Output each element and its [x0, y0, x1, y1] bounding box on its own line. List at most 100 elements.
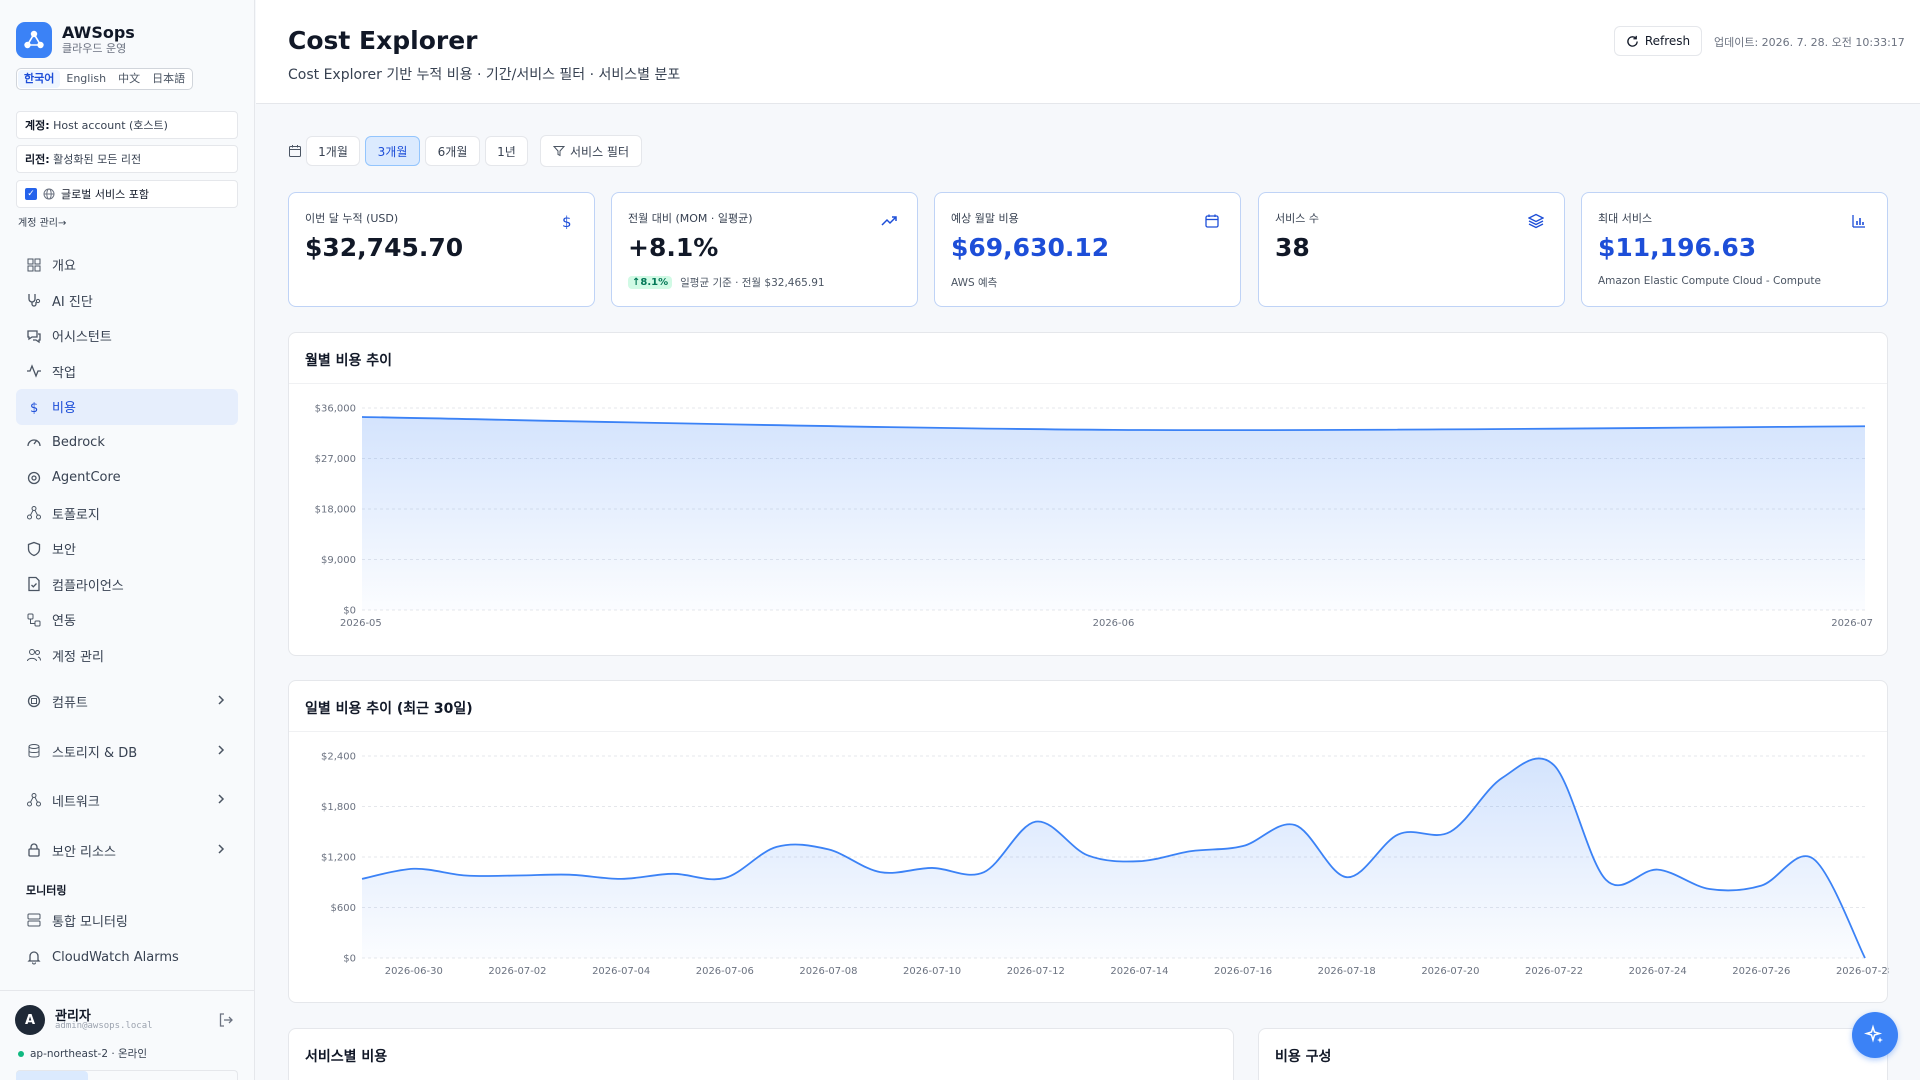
nav-label: 작업: [52, 365, 76, 381]
period-6-months[interactable]: 6개월: [425, 136, 480, 166]
x-tick-label: 2026-06-30: [385, 966, 443, 977]
data-point[interactable]: [515, 874, 519, 878]
data-point[interactable]: [1552, 763, 1556, 767]
nav-tasks[interactable]: 작업: [16, 354, 238, 390]
nav-group-label: 컴퓨트: [52, 695, 88, 711]
sidebar-bottom-tab[interactable]: [16, 1071, 88, 1080]
kpi-value: +8.1%: [628, 233, 719, 262]
nav-topology[interactable]: 토폴로지: [16, 496, 238, 532]
account-select[interactable]: 계정: Host account (호스트): [16, 111, 238, 139]
nav-security[interactable]: 보안: [16, 531, 238, 567]
data-point[interactable]: [1500, 776, 1504, 780]
y-tick-label: $2,400: [321, 752, 356, 763]
data-point[interactable]: [360, 415, 364, 419]
nav-overview[interactable]: 개요: [16, 247, 238, 283]
data-point[interactable]: [775, 845, 779, 849]
data-point[interactable]: [464, 874, 468, 878]
data-point[interactable]: [826, 847, 830, 851]
nav-unified-monitoring[interactable]: 통합 모니터링: [16, 902, 238, 938]
data-point[interactable]: [360, 877, 364, 881]
data-point[interactable]: [1759, 884, 1763, 888]
sidebar: AWSops 클라우드 운영 한국어 English 中文 日本語 계정: Ho…: [0, 0, 255, 1080]
ai-assistant-fab[interactable]: [1852, 1012, 1898, 1058]
data-point[interactable]: [1397, 832, 1401, 836]
nav-integration[interactable]: 연동: [16, 602, 238, 638]
data-point[interactable]: [1863, 956, 1867, 960]
kpi-value: 38: [1275, 233, 1310, 262]
x-tick-label: 2026-07-20: [1421, 966, 1479, 977]
data-point[interactable]: [1086, 853, 1090, 857]
data-point[interactable]: [1656, 868, 1660, 872]
data-point[interactable]: [412, 867, 416, 871]
bar-chart-icon: [1852, 215, 1865, 228]
region-select[interactable]: 리전: 활성화된 모든 리전: [16, 145, 238, 173]
kpi-forecast: 예상 월말 비용 $69,630.12 AWS 예측: [934, 192, 1241, 307]
nav-group-compute[interactable]: 컴퓨트: [16, 681, 238, 721]
nav-group-label: 스토리지 & DB: [52, 745, 138, 761]
chevron-right-icon: [218, 844, 225, 854]
nav-bedrock[interactable]: Bedrock: [16, 425, 238, 461]
nav-agentcore[interactable]: AgentCore: [16, 460, 238, 496]
region-status: ap-northeast-2 · 온라인: [18, 1046, 147, 1061]
y-tick-label: $1,200: [321, 853, 356, 864]
data-point[interactable]: [723, 876, 727, 880]
avatar[interactable]: A: [15, 1005, 45, 1035]
data-point[interactable]: [1345, 875, 1349, 879]
nav-label: 어시스턴트: [52, 330, 112, 346]
dollar-icon: $: [562, 213, 572, 229]
service-cost-card: 서비스별 비용: [288, 1028, 1234, 1080]
service-filter-button[interactable]: 서비스 필터: [540, 135, 642, 167]
x-tick-label: 2026-07-06: [696, 966, 754, 977]
calendar-icon: [1205, 214, 1219, 228]
nav-cloudwatch-alarms[interactable]: CloudWatch Alarms: [16, 939, 238, 975]
lang-japanese[interactable]: 日本語: [146, 70, 191, 88]
nav-ai-diagnosis[interactable]: AI 진단: [16, 283, 238, 319]
data-point[interactable]: [1112, 428, 1116, 432]
data-point[interactable]: [878, 870, 882, 874]
data-point[interactable]: [1448, 830, 1452, 834]
data-point[interactable]: [1137, 859, 1141, 863]
period-1-month[interactable]: 1개월: [306, 136, 360, 166]
data-point[interactable]: [567, 873, 571, 877]
nav-group-network[interactable]: 네트워크: [16, 780, 238, 820]
data-point[interactable]: [1241, 844, 1245, 848]
data-point[interactable]: [1293, 823, 1297, 827]
x-tick-label: 2026-07-02: [488, 966, 546, 977]
nav-compliance[interactable]: 컴플라이언스: [16, 567, 238, 603]
kpi-value: $32,745.70: [305, 233, 464, 262]
data-point[interactable]: [1708, 887, 1712, 891]
change-badge: ↑8.1%: [628, 276, 673, 289]
data-point[interactable]: [671, 872, 675, 876]
nav-cost[interactable]: $ 비용: [16, 389, 238, 425]
activity-icon: [27, 364, 41, 379]
data-point[interactable]: [1604, 878, 1608, 882]
lang-korean[interactable]: 한국어: [18, 70, 61, 88]
refresh-button[interactable]: Refresh: [1614, 26, 1702, 56]
nav-account-management[interactable]: 계정 관리: [16, 638, 238, 674]
data-point[interactable]: [1189, 849, 1193, 853]
period-1-year[interactable]: 1년: [485, 136, 528, 166]
global-services-checkbox[interactable]: ✓: [25, 188, 37, 200]
data-point[interactable]: [930, 866, 934, 870]
y-tick-label: $600: [331, 903, 356, 914]
logout-icon[interactable]: [218, 1012, 234, 1028]
cost-composition-title: 비용 구성: [1275, 1049, 1332, 1065]
global-services-toggle[interactable]: ✓ 글로벌 서비스 포함: [16, 180, 238, 208]
data-point[interactable]: [619, 877, 623, 881]
data-point[interactable]: [1811, 857, 1815, 861]
data-point[interactable]: [982, 870, 986, 874]
brand[interactable]: AWSops 클라우드 운영: [16, 22, 135, 58]
layers-icon: [1528, 213, 1544, 229]
lang-chinese[interactable]: 中文: [112, 70, 146, 88]
nav-group-security-resources[interactable]: 보안 리소스: [16, 830, 238, 870]
y-tick-label: $0: [343, 606, 356, 617]
nav-assistant[interactable]: 어시스턴트: [16, 318, 238, 354]
service-filter-label: 서비스 필터: [569, 144, 629, 159]
lang-english[interactable]: English: [60, 70, 112, 88]
nav-group-storage-db[interactable]: 스토리지 & DB: [16, 731, 238, 771]
period-3-months[interactable]: 3개월: [365, 136, 420, 166]
brand-name: AWSops: [62, 23, 135, 42]
account-manage-link[interactable]: 계정 관리→: [18, 214, 66, 229]
data-point[interactable]: [1863, 424, 1867, 428]
data-point[interactable]: [1034, 820, 1038, 824]
